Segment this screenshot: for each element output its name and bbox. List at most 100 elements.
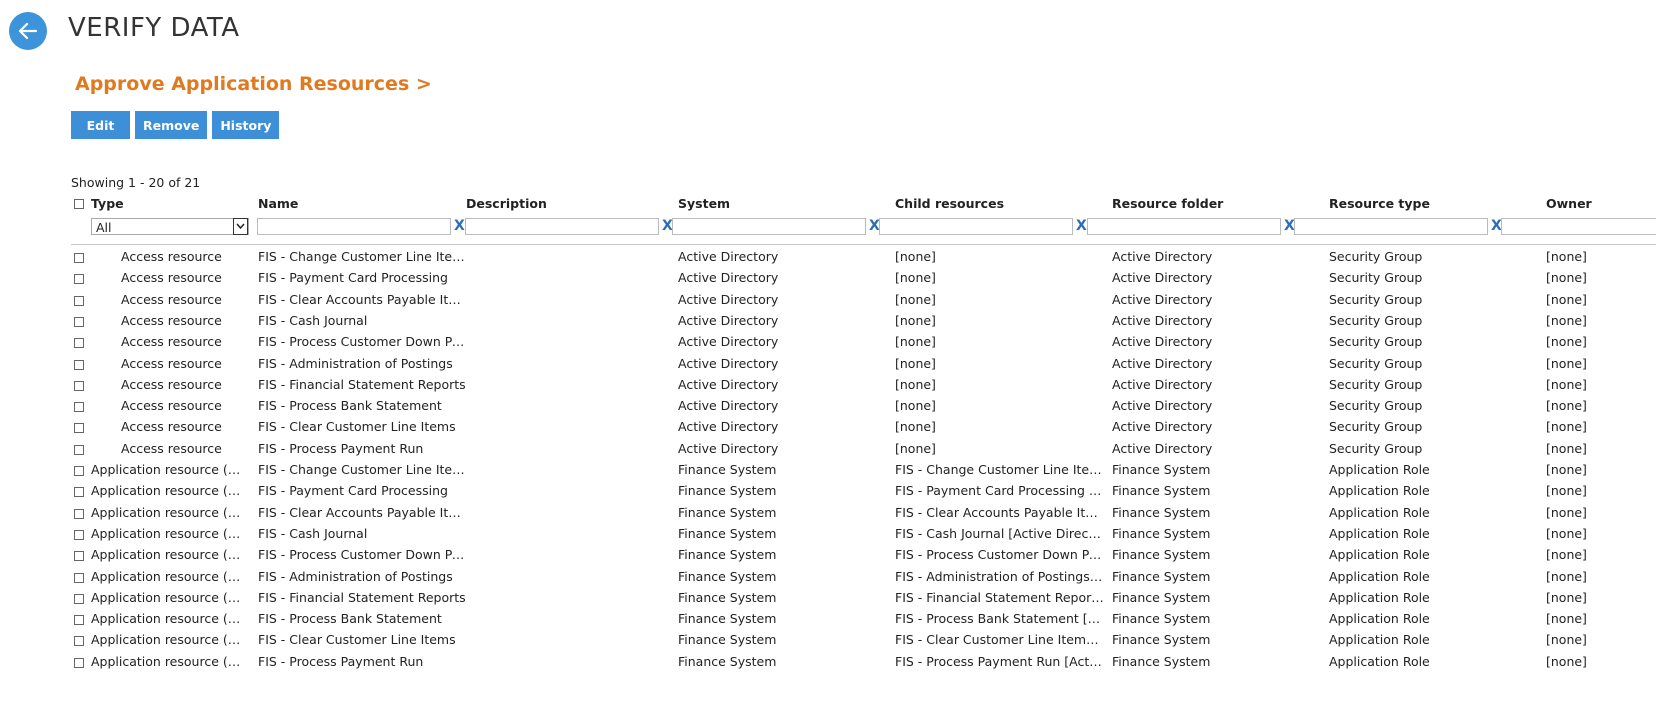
table-row[interactable]: Application resource (ne... FIS - Process…: [71, 651, 1656, 673]
row-checkbox[interactable]: [74, 444, 84, 455]
table-row[interactable]: Application resource (ne... FIS - Clear C…: [71, 629, 1656, 651]
table-row[interactable]: Access resource FIS - Payment Card Proces…: [71, 267, 1656, 289]
row-system: Active Directory: [678, 270, 779, 286]
row-checkbox[interactable]: [74, 615, 84, 626]
row-resource-folder: Finance System: [1112, 462, 1211, 477]
table-row[interactable]: Access resource FIS - Clear Accounts Paya…: [71, 289, 1656, 311]
back-button[interactable]: [9, 12, 47, 50]
row-resource-folder: Active Directory: [1112, 270, 1213, 286]
row-type: Access resource: [121, 334, 222, 350]
row-checkbox[interactable]: [74, 508, 84, 519]
row-owner: [none]: [1546, 419, 1587, 435]
row-name: FIS - Financial Statement Reports: [258, 376, 466, 392]
row-checkbox[interactable]: [74, 295, 84, 306]
row-checkbox[interactable]: [74, 338, 84, 349]
row-child-resources: FIS - Change Customer Line Items...: [895, 462, 1105, 477]
table-row[interactable]: Access resource FIS - Process Payment Run…: [71, 438, 1656, 460]
column-header-type[interactable]: Type: [91, 196, 124, 211]
type-filter-value: All: [96, 220, 112, 235]
table-row[interactable]: Application resource (ne... FIS - Cash Jo…: [71, 523, 1656, 545]
table-row[interactable]: Access resource FIS - Financial Statement…: [71, 374, 1656, 396]
chevron-down-icon[interactable]: [233, 218, 248, 235]
row-child-resources: [none]: [895, 249, 936, 264]
column-header-description[interactable]: Description: [466, 196, 547, 211]
table-row[interactable]: Application resource (ne... FIS - Change …: [71, 459, 1656, 481]
column-header-resource-type[interactable]: Resource type: [1329, 196, 1430, 211]
row-checkbox[interactable]: [74, 316, 84, 327]
row-checkbox[interactable]: [74, 402, 84, 413]
row-name: FIS - Clear Customer Line Items: [258, 419, 456, 435]
row-owner: [none]: [1546, 632, 1587, 648]
page-title: VERIFY DATA: [68, 13, 240, 43]
row-owner: [none]: [1546, 504, 1587, 520]
row-type: Access resource: [121, 249, 222, 264]
row-resource-type: Security Group: [1329, 398, 1423, 414]
select-all-checkbox[interactable]: [74, 199, 84, 209]
column-header-child-resources[interactable]: Child resources: [895, 196, 1004, 211]
column-header-owner[interactable]: Owner: [1546, 196, 1592, 211]
row-resource-type: Security Group: [1329, 355, 1423, 371]
row-system: Finance System: [678, 589, 777, 605]
row-type: Access resource: [121, 376, 222, 392]
row-resource-type: Security Group: [1329, 249, 1423, 264]
table-row[interactable]: Application resource (ne... FIS - Clear A…: [71, 502, 1656, 524]
row-checkbox[interactable]: [74, 593, 84, 604]
row-checkbox[interactable]: [74, 423, 84, 434]
system-filter-input[interactable]: [672, 218, 866, 235]
row-resource-type: Security Group: [1329, 376, 1423, 392]
row-resource-type: Application Role: [1329, 568, 1430, 584]
row-resource-type: Application Role: [1329, 483, 1430, 499]
edit-button[interactable]: Edit: [71, 111, 130, 139]
row-type: Application resource (ne...: [91, 483, 241, 499]
row-name: FIS - Change Customer Line Items: [258, 462, 468, 477]
table-row[interactable]: Access resource FIS - Process Bank Statem…: [71, 395, 1656, 417]
row-owner: [none]: [1546, 568, 1587, 584]
resource-type-filter-input[interactable]: [1294, 218, 1488, 235]
row-checkbox[interactable]: [74, 359, 84, 370]
row-checkbox[interactable]: [74, 636, 84, 647]
history-button[interactable]: History: [212, 111, 280, 139]
table-row[interactable]: Application resource (ne... FIS - Adminis…: [71, 566, 1656, 588]
row-system: Active Directory: [678, 440, 779, 456]
column-header-resource-folder[interactable]: Resource folder: [1112, 196, 1223, 211]
row-name: FIS - Process Customer Down Pay...: [258, 547, 468, 563]
table-row[interactable]: Access resource FIS - Process Customer Do…: [71, 331, 1656, 353]
row-checkbox[interactable]: [74, 274, 84, 285]
table-row[interactable]: Access resource FIS - Administration of P…: [71, 353, 1656, 375]
table-row[interactable]: Application resource (ne... FIS - Process…: [71, 608, 1656, 630]
name-filter-input[interactable]: [257, 218, 451, 235]
table-row[interactable]: Application resource (ne... FIS - Process…: [71, 544, 1656, 566]
column-header-name[interactable]: Name: [258, 196, 298, 211]
row-system: Finance System: [678, 653, 777, 669]
row-name: FIS - Clear Accounts Payable Items: [258, 504, 468, 520]
description-filter-input[interactable]: [465, 218, 659, 235]
row-resource-folder: Active Directory: [1112, 291, 1213, 307]
row-checkbox[interactable]: [74, 487, 84, 498]
column-header-system[interactable]: System: [678, 196, 730, 211]
remove-button[interactable]: Remove: [135, 111, 208, 139]
section-heading[interactable]: Approve Application Resources >: [75, 73, 432, 95]
row-system: Finance System: [678, 547, 777, 563]
type-filter-select[interactable]: All: [91, 218, 249, 235]
row-checkbox[interactable]: [74, 466, 84, 476]
child-resources-filter-input[interactable]: [879, 218, 1073, 235]
row-type: Application resource (ne...: [91, 589, 241, 605]
row-owner: [none]: [1546, 355, 1587, 371]
owner-filter-input[interactable]: [1501, 218, 1656, 235]
row-owner: [none]: [1546, 249, 1587, 264]
table-row[interactable]: Access resource FIS - Change Customer Lin…: [71, 246, 1656, 268]
row-checkbox[interactable]: [74, 380, 84, 391]
row-checkbox[interactable]: [74, 551, 84, 562]
table-row[interactable]: Application resource (ne... FIS - Financi…: [71, 587, 1656, 609]
clear-child-resources-filter-icon[interactable]: X: [1076, 217, 1087, 235]
resource-folder-filter-input[interactable]: [1087, 218, 1281, 235]
table-row[interactable]: Access resource FIS - Cash Journal Active …: [71, 310, 1656, 332]
row-checkbox[interactable]: [74, 657, 84, 668]
row-checkbox[interactable]: [74, 572, 84, 583]
row-checkbox[interactable]: [74, 253, 84, 263]
table-row[interactable]: Access resource FIS - Clear Customer Line…: [71, 416, 1656, 438]
clear-name-filter-icon[interactable]: X: [454, 217, 465, 235]
table-row[interactable]: Application resource (ne... FIS - Payment…: [71, 480, 1656, 502]
row-checkbox[interactable]: [74, 529, 84, 540]
row-owner: [none]: [1546, 440, 1587, 456]
